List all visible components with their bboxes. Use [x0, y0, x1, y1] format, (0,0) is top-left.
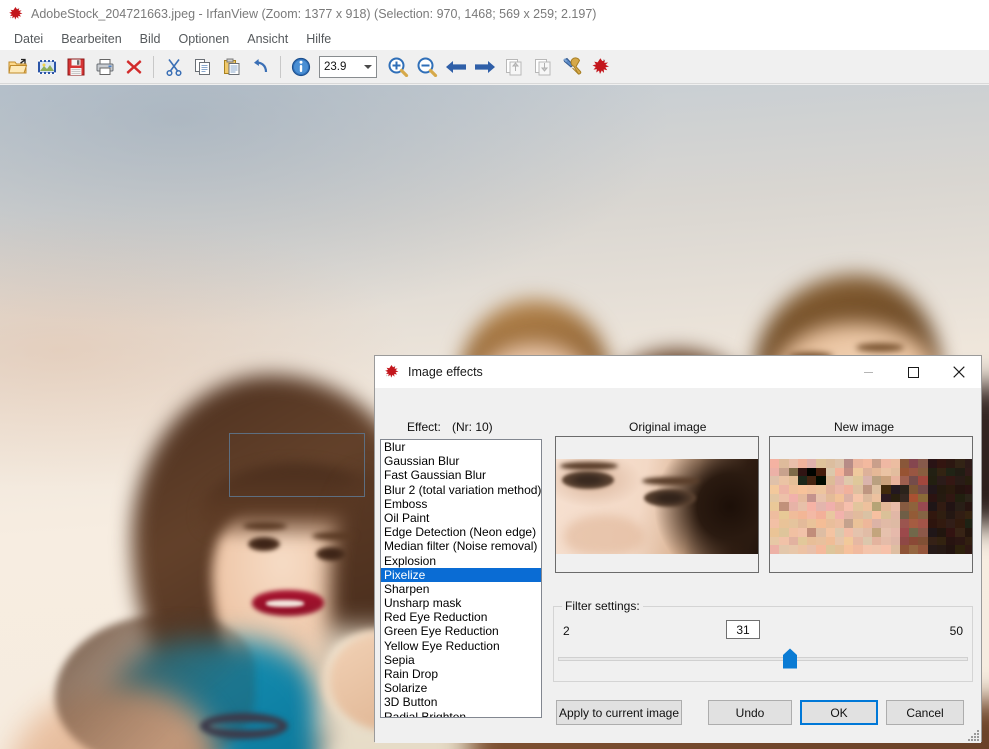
photo-man2-brow-right — [856, 343, 904, 352]
effect-list-item[interactable]: Edge Detection (Neon edge) — [381, 525, 541, 539]
effects-list-items[interactable]: Blur Gaussian Blur Fast Gaussian Blur Blur … — [381, 440, 541, 717]
toolbar: 23.9 — [0, 50, 989, 84]
chevron-down-icon[interactable] — [364, 65, 372, 69]
effect-list-item[interactable]: Median filter (Noise removal) — [381, 539, 541, 553]
dialog-window-controls — [846, 356, 981, 388]
photo-woman-brow-right — [312, 532, 356, 540]
original-image-preview — [555, 436, 759, 573]
effect-list-item[interactable]: Red Eye Reduction — [381, 610, 541, 624]
selection-rectangle[interactable] — [229, 433, 365, 497]
effect-list-item[interactable]: Pixelize — [381, 568, 541, 582]
open-icon[interactable] — [3, 53, 32, 81]
original-image-label: Original image — [629, 420, 706, 434]
paste-icon[interactable] — [217, 53, 246, 81]
new-preview-content — [770, 459, 972, 554]
effect-list-item[interactable]: Rain Drop — [381, 667, 541, 681]
toolbar-separator-2 — [280, 56, 281, 78]
copy-icon[interactable] — [188, 53, 217, 81]
undo-icon[interactable] — [246, 53, 275, 81]
effect-list-item[interactable]: Sharpen — [381, 582, 541, 596]
menu-item-datei[interactable]: Datei — [5, 30, 52, 48]
window-title: AdobeStock_204721663.jpeg - IrfanView (Z… — [31, 7, 596, 21]
zoom-combobox[interactable]: 23.9 — [319, 56, 377, 78]
window-titlebar: AdobeStock_204721663.jpeg - IrfanView (Z… — [0, 0, 989, 28]
thumbnails-icon[interactable] — [32, 53, 61, 81]
effect-list-item[interactable]: Yellow Eye Reduction — [381, 639, 541, 653]
effect-number-label: (Nr: 10) — [452, 420, 493, 434]
effect-list-item[interactable]: Explosion — [381, 554, 541, 568]
filter-settings-group: Filter settings: 2 50 31 — [553, 606, 973, 682]
delete-icon[interactable] — [119, 53, 148, 81]
dialog-body: Effect: (Nr: 10) Original image New imag… — [375, 388, 981, 743]
zoom-in-icon[interactable] — [383, 53, 412, 81]
apply-to-current-image-button[interactable]: Apply to current image — [556, 700, 682, 725]
image-effects-dialog: Image effects Effect: (Nr: 10) Original … — [374, 355, 982, 742]
filter-min-value: 2 — [563, 624, 570, 638]
first-icon[interactable] — [499, 53, 528, 81]
new-image-label: New image — [834, 420, 894, 434]
pixelized-preview-canvas — [770, 459, 972, 554]
photo-woman-teeth — [266, 600, 304, 607]
print-icon[interactable] — [90, 53, 119, 81]
filter-settings-legend: Filter settings: — [562, 599, 643, 613]
dialog-titlebar[interactable]: Image effects — [375, 356, 981, 388]
irfanview-icon[interactable] — [586, 53, 615, 81]
maximize-icon[interactable] — [891, 356, 936, 388]
effect-list-item[interactable]: Blur — [381, 440, 541, 454]
menu-item-bild[interactable]: Bild — [131, 30, 170, 48]
info-icon[interactable] — [286, 53, 315, 81]
filter-slider-thumb[interactable] — [782, 648, 798, 669]
menu-item-hilfe[interactable]: Hilfe — [297, 30, 340, 48]
toolbar-separator — [153, 56, 154, 78]
photo-woman-eye-right — [316, 547, 347, 561]
effect-list-item[interactable]: Emboss — [381, 497, 541, 511]
minimize-icon[interactable] — [846, 356, 891, 388]
menu-item-ansicht[interactable]: Ansicht — [238, 30, 297, 48]
menu-item-bearbeiten[interactable]: Bearbeiten — [52, 30, 130, 48]
effect-list-item[interactable]: Radial Brighten — [381, 710, 541, 718]
cut-icon[interactable] — [159, 53, 188, 81]
photo-woman-eye-left — [248, 537, 280, 551]
close-icon[interactable] — [936, 356, 981, 388]
save-icon[interactable] — [61, 53, 90, 81]
photo-woman-brow-left — [243, 522, 287, 530]
effect-label: Effect: — [407, 420, 441, 434]
filter-value-input[interactable]: 31 — [726, 620, 760, 639]
effects-list-scrollbar[interactable] — [541, 440, 542, 717]
menu-item-optionen[interactable]: Optionen — [170, 30, 239, 48]
original-preview-content — [556, 459, 758, 554]
previous-icon[interactable] — [441, 53, 470, 81]
settings-icon[interactable] — [557, 53, 586, 81]
effect-list-item[interactable]: Gaussian Blur — [381, 454, 541, 468]
zoom-value: 23.9 — [320, 61, 346, 73]
filter-max-value: 50 — [950, 624, 963, 638]
last-icon[interactable] — [528, 53, 557, 81]
effect-list-item[interactable]: Fast Gaussian Blur — [381, 468, 541, 482]
next-icon[interactable] — [470, 53, 499, 81]
ok-button[interactable]: OK — [800, 700, 878, 725]
photo-woman-bracelet — [200, 713, 288, 739]
effect-list-item[interactable]: Unsharp mask — [381, 596, 541, 610]
effect-list-item[interactable]: Solarize — [381, 681, 541, 695]
menubar: Datei Bearbeiten Bild Optionen Ansicht H… — [0, 28, 989, 50]
effect-list-item[interactable]: Oil Paint — [381, 511, 541, 525]
zoom-out-icon[interactable] — [412, 53, 441, 81]
effect-list-item[interactable]: Sepia — [381, 653, 541, 667]
new-image-preview — [769, 436, 973, 573]
undo-button[interactable]: Undo — [708, 700, 792, 725]
effects-listbox[interactable]: Blur Gaussian Blur Fast Gaussian Blur Blur … — [380, 439, 542, 718]
effect-list-item[interactable]: Blur 2 (total variation method) — [381, 483, 541, 497]
effect-list-item[interactable]: 3D Button — [381, 695, 541, 709]
filter-slider-track[interactable] — [558, 657, 968, 661]
cancel-button[interactable]: Cancel — [886, 700, 964, 725]
irfanview-window: AdobeStock_204721663.jpeg - IrfanView (Z… — [0, 0, 989, 749]
irfanview-logo-icon — [384, 364, 400, 380]
irfanview-logo-icon — [8, 6, 24, 22]
dialog-title: Image effects — [408, 365, 483, 379]
effect-list-item[interactable]: Green Eye Reduction — [381, 624, 541, 638]
resize-grip[interactable] — [966, 728, 980, 742]
